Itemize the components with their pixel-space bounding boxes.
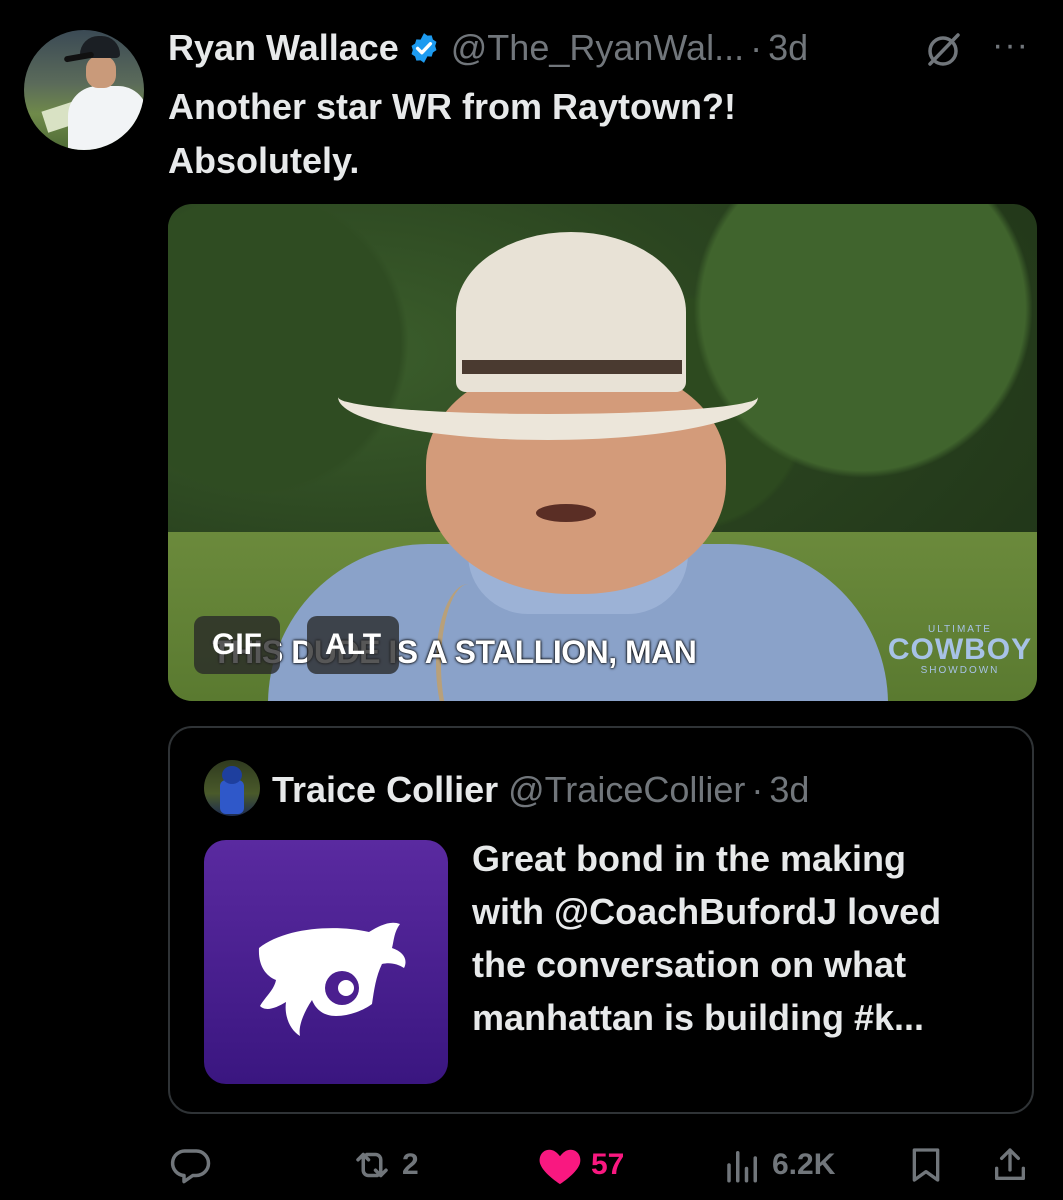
quoted-avatar-jersey xyxy=(220,780,244,814)
quoted-tweet-text: Great bond in the making with @CoachBufo… xyxy=(472,832,1022,1044)
heart-icon xyxy=(539,1149,581,1185)
more-options-button[interactable]: ··· xyxy=(992,26,1029,65)
quoted-text-line: with @CoachBufordJ loved xyxy=(472,891,942,932)
reply-icon xyxy=(170,1149,211,1184)
tweet-text-line: Another star WR from Raytown?! xyxy=(168,86,737,127)
media-person-mouth xyxy=(536,504,596,522)
retweet-icon xyxy=(356,1152,388,1178)
quoted-tweet-card[interactable]: Traice Collier @TraiceCollier · 3d Great… xyxy=(168,726,1034,1114)
like-button[interactable]: 57 xyxy=(537,1140,624,1190)
author-name[interactable]: Ryan Wallace xyxy=(168,27,399,69)
quoted-header-separator: · xyxy=(751,769,764,810)
tweet-header: Ryan Wallace @The_RyanWal... · 3d xyxy=(168,26,808,70)
quoted-media-thumbnail[interactable] xyxy=(204,840,448,1084)
header-separator: · xyxy=(750,27,763,68)
author-handle[interactable]: @The_RyanWal... xyxy=(451,27,744,69)
watermark-bottom: SHOWDOWN xyxy=(920,665,1000,676)
media-hat-band xyxy=(462,360,682,374)
retweet-count: 2 xyxy=(402,1148,419,1181)
quoted-tweet-header: Traice Collier @TraiceCollier · 3d xyxy=(272,768,809,812)
quoted-avatar-helmet xyxy=(222,766,242,784)
quoted-text-line: the conversation on what xyxy=(472,944,907,985)
verified-badge-icon[interactable] xyxy=(407,31,441,65)
like-count: 57 xyxy=(591,1148,625,1181)
reply-button[interactable] xyxy=(170,1140,212,1190)
gif-watermark: ULTIMATE COWBOY SHOWDOWN xyxy=(885,624,1035,676)
share-button[interactable] xyxy=(990,1140,1030,1190)
tweet-text-line: Absolutely. xyxy=(168,140,360,181)
powercat-logo-icon xyxy=(258,922,406,1036)
avatar-face xyxy=(86,56,116,88)
views-count: 6.2K xyxy=(772,1148,836,1181)
quoted-text-line: manhattan is building #k... xyxy=(472,997,925,1038)
bookmark-icon xyxy=(912,1148,940,1182)
views-chart-icon xyxy=(727,1151,757,1183)
retweet-button[interactable]: 2 xyxy=(350,1140,419,1190)
quoted-author-handle[interactable]: @TraiceCollier xyxy=(508,769,745,811)
alt-text-button[interactable]: ALT xyxy=(307,616,399,674)
quoted-tweet-timestamp[interactable]: 3d xyxy=(769,769,809,811)
tweet-timestamp[interactable]: 3d xyxy=(768,27,808,69)
quoted-text-line: Great bond in the making xyxy=(472,838,907,879)
gif-caption: THIS DUDE IS A STALLION, MAN xyxy=(212,634,697,670)
avatar-shirt xyxy=(68,86,144,150)
quoted-author-name[interactable]: Traice Collier xyxy=(272,769,498,811)
views-button[interactable]: 6.2K xyxy=(722,1140,835,1190)
tweet-action-bar: 2 57 6.2K xyxy=(0,1140,1063,1190)
share-icon xyxy=(995,1148,1025,1180)
watermark-main: COWBOY xyxy=(887,633,1033,666)
gif-badge: GIF xyxy=(194,616,280,674)
grok-icon[interactable] xyxy=(924,30,964,70)
quoted-author-avatar[interactable] xyxy=(204,760,260,816)
tweet-text: Another star WR from Raytown?! Absolutel… xyxy=(168,80,1028,188)
bookmark-button[interactable] xyxy=(906,1140,946,1190)
author-avatar[interactable] xyxy=(24,30,144,150)
